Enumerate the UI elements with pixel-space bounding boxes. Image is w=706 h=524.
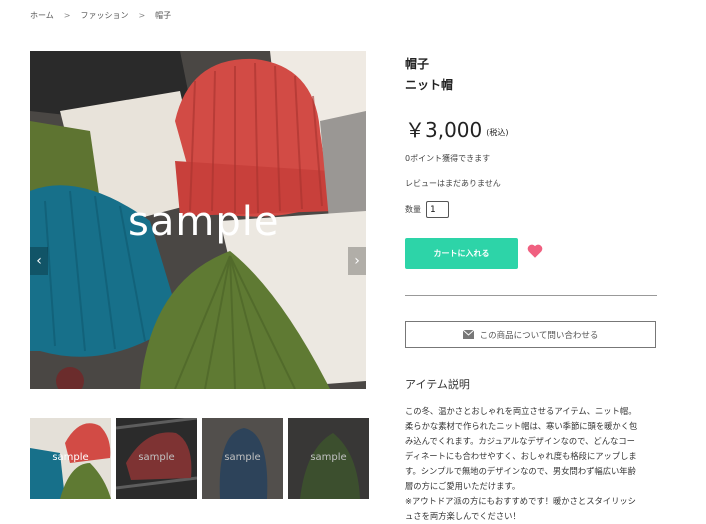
breadcrumb-separator: > (63, 11, 71, 20)
tax-note: (税込) (486, 128, 509, 137)
quantity-input[interactable]: 1 (426, 201, 449, 218)
thumbnail-image (288, 418, 369, 499)
prev-image-button[interactable]: ‹ (30, 247, 48, 275)
price-value: ￥3,000 (405, 118, 483, 142)
envelope-icon (462, 330, 474, 339)
thumbnail-watermark: sample (310, 452, 347, 463)
description-body: この冬、温かさとおしゃれを両立させるアイテム、ニット帽。 柔らかな素材で作られた… (405, 404, 657, 524)
description-line: 柔らかな素材で作られたニット帽は、寒い季節に頭を暖かく包 (405, 421, 638, 431)
review-text: レビューはまだありません (405, 179, 501, 188)
thumbnail-4[interactable]: sample (288, 418, 369, 499)
description-line: ※アウトドア派の方にもおすすめです！暖かさとスタイリッシ (405, 496, 636, 506)
breadcrumb-category[interactable]: ファッション (80, 10, 128, 21)
chevron-left-icon: ‹ (36, 253, 42, 269)
breadcrumb-current: 帽子 (155, 11, 172, 20)
description-line: み込んでくれます。カジュアルなデザインなので、どんなコー (405, 436, 635, 446)
description-title: アイテム説明 (405, 378, 470, 391)
thumbnail-1[interactable]: sample (30, 418, 111, 499)
description-line: ュさを両方楽しんでください！ (405, 511, 521, 521)
product-title: ニット帽 (405, 78, 454, 92)
product-price: ￥3,000 (税込) (405, 114, 509, 143)
thumbnail-watermark: sample (224, 452, 261, 463)
thumbnail-watermark: sample (52, 452, 89, 463)
description-line: 層の方にご愛用いただけます。 (405, 481, 521, 491)
breadcrumb-separator: > (138, 11, 146, 20)
main-product-image[interactable]: ‹ › sample (30, 51, 366, 389)
sample-watermark: sample (128, 199, 280, 245)
thumbnail-image (202, 418, 283, 499)
thumbnail-3[interactable]: sample (202, 418, 283, 499)
thumbnail-strip: sample sample sample sample (30, 418, 369, 499)
inquiry-button[interactable]: この商品について問い合わせる (405, 321, 656, 348)
points-text: 0ポイント獲得できます (405, 154, 491, 163)
next-image-button[interactable]: › (348, 247, 366, 275)
description-line: す。シンプルで無地のデザインなので、男女問わず幅広い年齢 (405, 466, 636, 476)
description-line: この冬、温かさとおしゃれを両立させるアイテム、ニット帽。 (405, 406, 637, 416)
thumbnail-image (116, 418, 197, 499)
divider (405, 295, 657, 296)
thumbnail-2[interactable]: sample (116, 418, 197, 499)
breadcrumb-home[interactable]: ホーム (30, 10, 54, 21)
product-category: 帽子 (405, 57, 430, 71)
add-to-cart-button[interactable]: カートに入れる (405, 238, 518, 269)
inquiry-label: この商品について問い合わせる (479, 330, 599, 341)
thumbnail-watermark: sample (138, 452, 175, 463)
quantity-label: 数量 (405, 205, 421, 214)
chevron-right-icon: › (354, 253, 360, 269)
heart-icon[interactable] (526, 242, 544, 260)
breadcrumb: ホーム > ファッション > 帽子 (30, 10, 171, 21)
quantity-row: 数量 1 (405, 201, 449, 218)
description-line: ディネートにも合わせやすく、おしゃれ度も格段にアップしま (405, 451, 637, 461)
